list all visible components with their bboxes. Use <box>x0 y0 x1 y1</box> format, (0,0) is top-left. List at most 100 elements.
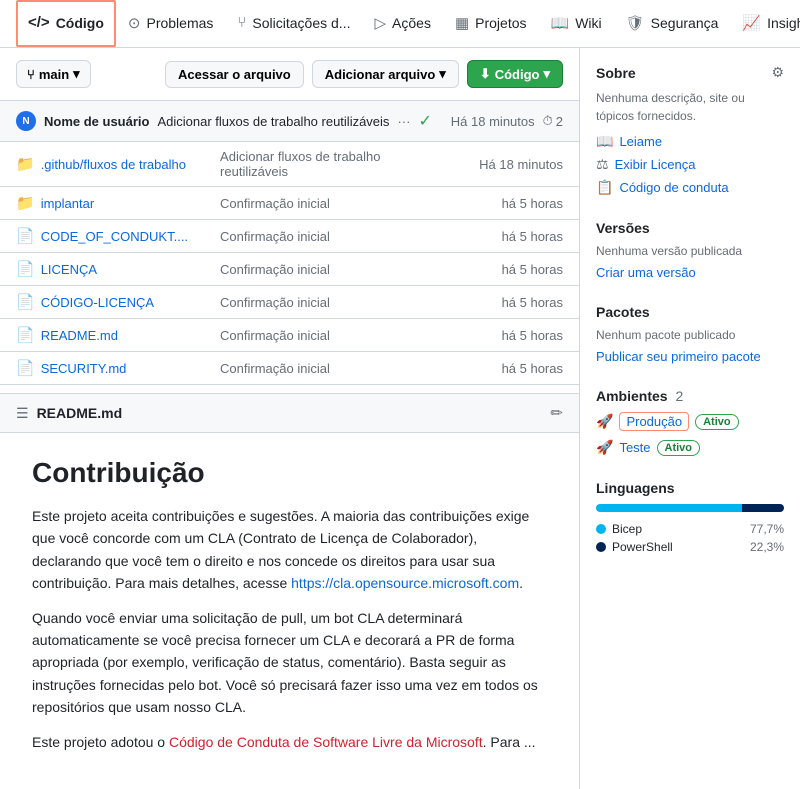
rocket2-icon: 🚀 <box>596 439 613 456</box>
lang-bar-bicep <box>596 504 742 512</box>
branch-selector[interactable]: ⑂ main ▾ <box>16 60 91 88</box>
wiki-icon: 📖 <box>551 14 570 32</box>
pacotes-header: Pacotes <box>596 304 784 320</box>
code-icon: </> <box>28 14 50 31</box>
file-name-link[interactable]: CODE_OF_CONDUKT.... <box>41 229 188 244</box>
avatar: N <box>16 111 36 131</box>
sobre-title: Sobre <box>596 65 636 81</box>
file-commit-msg: Adicionar fluxos de trabalho reutilizáve… <box>204 142 463 187</box>
lang-bicep: Bicep 77,7% <box>596 522 784 536</box>
sobre-description: Nenhuma descrição, site ou tópicos forne… <box>596 89 784 125</box>
file-commit-msg: Confirmação inicial <box>204 286 463 319</box>
folder-icon: 📁 <box>16 155 35 173</box>
projects-icon: ▦ <box>455 14 469 32</box>
linguagens-header: Linguagens <box>596 480 784 496</box>
file-name-link[interactable]: CÓDIGO-LICENÇA <box>41 295 154 310</box>
no-packages-text: Nenhum pacote publicado <box>596 328 784 342</box>
file-name-link[interactable]: LICENÇA <box>41 262 97 277</box>
env-producao-link[interactable]: Produção <box>619 412 689 431</box>
table-row: 📁 implantar Confirmação inicial há 5 hor… <box>0 187 579 220</box>
tab-code[interactable]: </> Código <box>16 0 116 47</box>
table-row: 📄 CÓDIGO-LICENÇA Confirmação inicial há … <box>0 286 579 319</box>
access-file-button[interactable]: Acessar o arquivo <box>165 61 304 88</box>
tab-security[interactable]: 🛡 Segurança <box>614 0 731 47</box>
branch-bar: ⑂ main ▾ Acessar o arquivo Adicionar arq… <box>0 48 579 101</box>
commit-status-icon: ✓ <box>418 111 431 131</box>
file-commit-msg: Confirmação inicial <box>204 253 463 286</box>
tab-issues[interactable]: ⊙ Problemas <box>116 0 226 47</box>
env-producao-badge: Ativo <box>695 414 739 430</box>
file-time: há 5 horas <box>463 286 579 319</box>
license-link[interactable]: ⚖ Exibir Licença <box>596 156 784 173</box>
file-time: há 5 horas <box>463 220 579 253</box>
file-name-link[interactable]: implantar <box>41 196 94 211</box>
linguagens-title: Linguagens <box>596 480 675 496</box>
code-btn-icon: ⬇ <box>480 66 491 82</box>
lang-powershell: PowerShell 22,3% <box>596 540 784 554</box>
sobre-header: Sobre ⚙ <box>596 64 784 81</box>
main-layout: ⑂ main ▾ Acessar o arquivo Adicionar arq… <box>0 48 800 789</box>
add-file-button[interactable]: Adicionar arquivo ▾ <box>312 60 459 88</box>
file-name-link[interactable]: README.md <box>41 328 118 343</box>
sidebar-pacotes: Pacotes Nenhum pacote publicado Publicar… <box>596 304 784 364</box>
readme-heading: Contribuição <box>32 457 547 489</box>
file-table: 📁 .github/fluxos de trabalho Adicionar f… <box>0 142 579 385</box>
versoes-title: Versões <box>596 220 650 236</box>
tab-insights[interactable]: 📈 Insights <box>730 0 800 47</box>
folder-icon: 📁 <box>16 194 35 212</box>
tab-actions[interactable]: ▷ Ações <box>362 0 442 47</box>
file-time: há 5 horas <box>463 187 579 220</box>
publish-package-link[interactable]: Publicar seu primeiro pacote <box>596 349 761 364</box>
file-time: há 5 horas <box>463 319 579 352</box>
file-time: Há 18 minutos <box>463 142 579 187</box>
readme-link[interactable]: 📖 Leiame <box>596 133 784 150</box>
table-row: 📄 SECURITY.md Confirmação inicial há 5 h… <box>0 352 579 385</box>
file-icon: 📄 <box>16 293 35 311</box>
code-btn-chevron-icon: ▾ <box>543 66 550 82</box>
env-teste-badge: Ativo <box>657 440 701 456</box>
shield-icon: 📋 <box>596 179 613 196</box>
insights-icon: 📈 <box>742 14 761 32</box>
tab-prs[interactable]: ⑂ Solicitações d... <box>225 0 362 47</box>
sidebar-versoes: Versões Nenhuma versão publicada Criar u… <box>596 220 784 280</box>
lang-bar-ps <box>742 504 784 512</box>
right-sidebar: Sobre ⚙ Nenhuma descrição, site ou tópic… <box>580 48 800 789</box>
readme-p3: Este projeto adotou o Código de Conduta … <box>32 731 547 753</box>
file-commit-msg: Confirmação inicial <box>204 352 463 385</box>
file-name-link[interactable]: SECURITY.md <box>41 361 127 376</box>
create-version-link[interactable]: Criar uma versão <box>596 265 696 280</box>
sidebar-linguagens: Linguagens Bicep 77,7% PowerShell 22,3% <box>596 480 784 554</box>
edit-icon[interactable]: ✏ <box>550 404 563 422</box>
file-icon: 📄 <box>16 227 35 245</box>
file-commit-msg: Confirmação inicial <box>204 187 463 220</box>
readme-header: ☰ README.md ✏ <box>0 393 579 433</box>
branch-chevron-icon: ▾ <box>73 66 80 82</box>
conduct-link-sidebar[interactable]: 📋 Código de conduta <box>596 179 784 196</box>
tab-projects[interactable]: ▦ Projetos <box>443 0 539 47</box>
env-teste-link[interactable]: Teste <box>619 440 650 455</box>
gear-icon[interactable]: ⚙ <box>771 64 784 81</box>
file-name-link[interactable]: .github/fluxos de trabalho <box>41 157 186 172</box>
file-commit-msg: Confirmação inicial <box>204 220 463 253</box>
bicep-dot <box>596 524 606 534</box>
readme-body: Contribuição Este projeto aceita contrib… <box>0 433 579 789</box>
file-icon: 📄 <box>16 326 35 344</box>
env-item-producao: 🚀 Produção Ativo <box>596 412 784 431</box>
table-row: 📄 README.md Confirmação inicial há 5 hor… <box>0 319 579 352</box>
tab-wiki[interactable]: 📖 Wiki <box>539 0 614 47</box>
actions-icon: ▷ <box>374 14 386 32</box>
security-icon: 🛡 <box>626 14 645 32</box>
issues-icon: ⊙ <box>128 14 141 32</box>
table-row: 📄 CODE_OF_CONDUKT.... Confirmação inicia… <box>0 220 579 253</box>
commit-count: ⏱ 2 <box>543 113 563 129</box>
pacotes-title: Pacotes <box>596 304 650 320</box>
env-item-teste: 🚀 Teste Ativo <box>596 439 784 456</box>
code-button[interactable]: ⬇ Código ▾ <box>467 60 563 88</box>
list-icon: ☰ <box>16 405 29 422</box>
cla-link[interactable]: https://cla.opensource.microsoft.com <box>291 575 519 591</box>
add-file-chevron-icon: ▾ <box>439 66 446 82</box>
conduct-link[interactable]: Código de Conduta de Software Livre da M… <box>169 734 483 750</box>
table-row: 📁 .github/fluxos de trabalho Adicionar f… <box>0 142 579 187</box>
file-time: há 5 horas <box>463 352 579 385</box>
sidebar-sobre: Sobre ⚙ Nenhuma descrição, site ou tópic… <box>596 64 784 196</box>
